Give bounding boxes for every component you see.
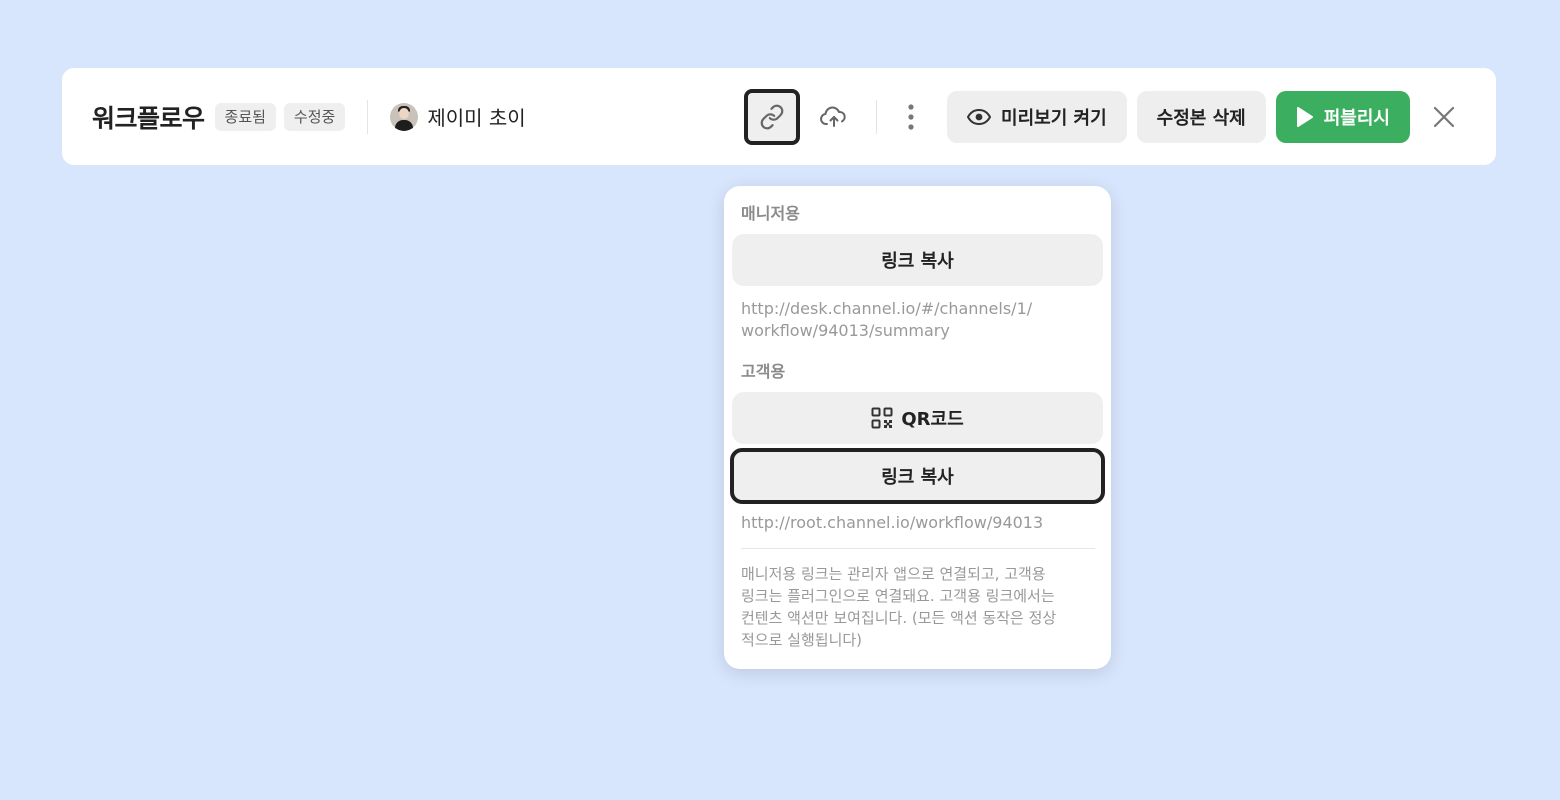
- manager-copy-link-button[interactable]: 링크 복사: [732, 234, 1103, 286]
- upload-button[interactable]: [806, 89, 862, 145]
- manager-url: http://desk.channel.io/#/channels/1/ wor…: [732, 298, 1103, 342]
- status-badge-editing: 수정중: [283, 102, 346, 131]
- close-icon: [1433, 106, 1455, 127]
- header-divider-2: [876, 99, 878, 134]
- delete-label: 수정본 삭제: [1156, 107, 1246, 129]
- link-help-note: 매니저용 링크는 관리자 앱으로 연결되고, 고객용 링크는 플러그인으로 연결…: [732, 563, 1103, 651]
- user-name: 제이미 초이: [427, 106, 526, 130]
- page-title: 워크플로우: [92, 103, 205, 133]
- manager-url-line-2: workflow/94013/summary: [741, 321, 950, 340]
- customer-copy-link-label: 링크 복사: [881, 467, 954, 488]
- link-button[interactable]: [744, 88, 801, 145]
- more-vertical-icon: [908, 103, 914, 130]
- delete-revision-button[interactable]: 수정본 삭제: [1136, 90, 1266, 143]
- customer-section-label: 고객용: [741, 362, 786, 381]
- customer-url: http://root.channel.io/workflow/94013: [741, 513, 1044, 532]
- manager-url-line-1: http://desk.channel.io/#/channels/1/: [741, 299, 1033, 318]
- more-options-button[interactable]: [891, 89, 931, 145]
- link-share-popover: 매니저용 링크 복사 http://desk.channel.io/#/chan…: [724, 186, 1111, 669]
- avatar: [390, 102, 419, 131]
- play-icon: [1296, 106, 1313, 127]
- note-line-2: 링크는 플러그인으로 연결돼요. 고객용 링크에서는: [741, 587, 1055, 605]
- qr-code-icon: [871, 407, 893, 429]
- note-line-4: 적으로 실행됩니다): [741, 631, 863, 649]
- publish-label: 퍼블리시: [1323, 107, 1390, 129]
- preview-label: 미리보기 켜기: [1001, 107, 1107, 129]
- popover-divider: [741, 548, 1095, 549]
- editor-user: 제이미 초이: [390, 102, 526, 131]
- publish-button[interactable]: 퍼블리시: [1275, 90, 1410, 143]
- manager-copy-link-label: 링크 복사: [881, 251, 954, 272]
- cloud-upload-icon: [820, 106, 846, 127]
- manager-section-label: 매니저용: [741, 204, 800, 223]
- note-line-3: 컨텐츠 액션만 보여집니다. (모든 액션 동작은 정상: [741, 609, 1057, 627]
- qr-code-label: QR코드: [901, 409, 964, 430]
- eye-icon: [967, 108, 992, 125]
- link-icon: [760, 104, 784, 129]
- qr-code-button[interactable]: QR코드: [732, 392, 1103, 444]
- workflow-header-bar: 워크플로우 종료됨 수정중 제이미 초이 미리보기 켜기 수정본 삭제 퍼블리시: [62, 68, 1496, 165]
- note-line-1: 매니저용 링크는 관리자 앱으로 연결되고, 고객용: [741, 565, 1046, 583]
- status-badge-ended: 종료됨: [214, 102, 276, 131]
- header-divider: [367, 99, 369, 134]
- preview-toggle-button[interactable]: 미리보기 켜기: [947, 90, 1127, 143]
- close-button[interactable]: [1422, 95, 1466, 139]
- customer-copy-link-button[interactable]: 링크 복사: [730, 448, 1105, 504]
